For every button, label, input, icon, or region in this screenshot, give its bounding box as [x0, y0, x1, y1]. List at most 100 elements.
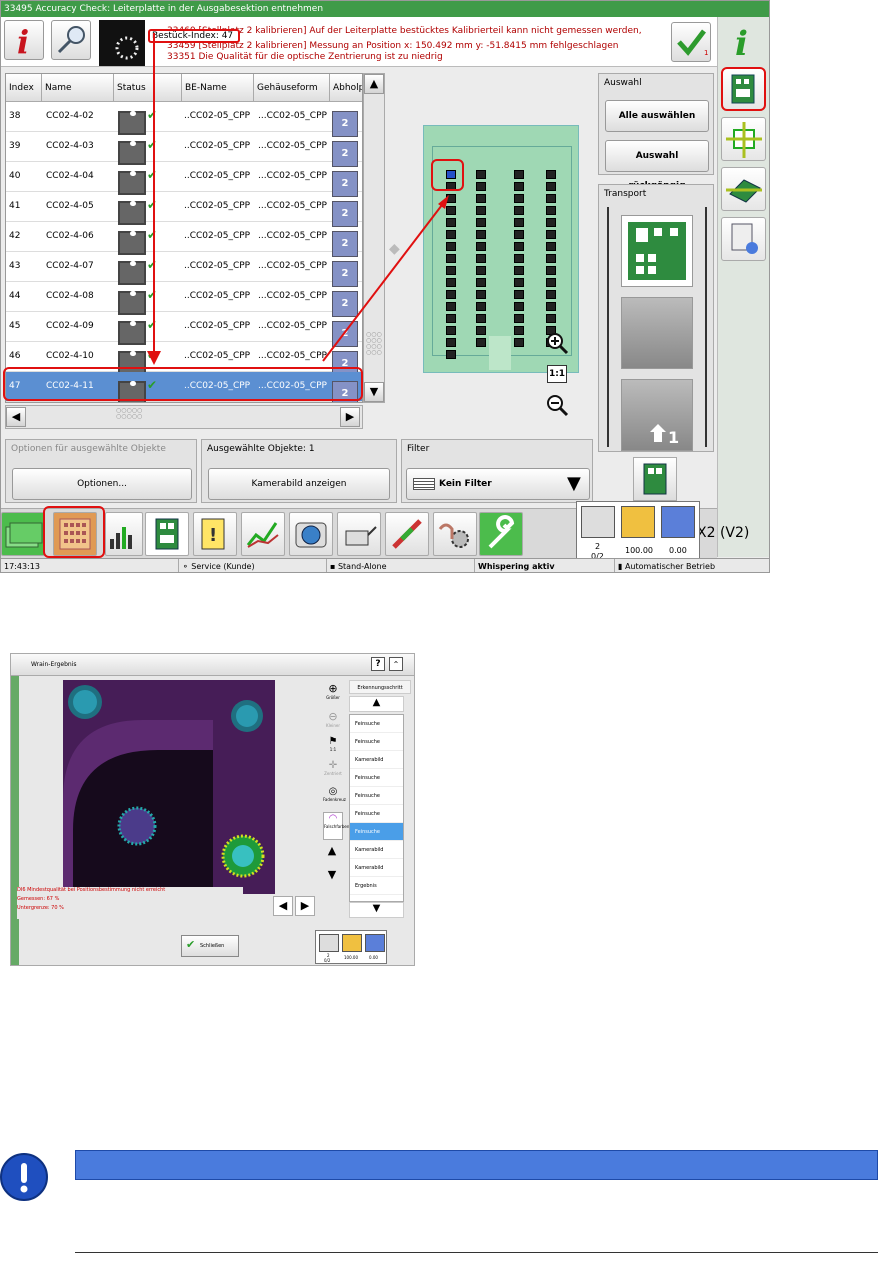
ring-tool[interactable]: ◎ Fadenkreuz [323, 786, 346, 814]
counter-1-icon [319, 934, 339, 952]
zoom-out-tool[interactable]: ⊖ Kleiner [323, 710, 343, 738]
one-to-one-label: 1:1 [329, 747, 337, 752]
recognition-step-list: Feinsuche Feinsuche Kamerabild Feinsuche Fei… [349, 714, 404, 902]
center-label: Zentriert [324, 771, 342, 776]
board-icon [628, 222, 686, 280]
warning-doc-icon: ! [201, 518, 225, 550]
camera-lens-icon [295, 522, 327, 548]
select-all-button[interactable]: Alle auswählen [605, 100, 709, 132]
tab-component-list[interactable] [53, 512, 97, 556]
status-mode-label: Stand-Alone [337, 562, 387, 571]
counter-3-value: 0.00 [369, 955, 378, 960]
stack-icon [5, 522, 43, 548]
counter-2-value: 100.00 [344, 955, 358, 960]
board-small-button[interactable] [633, 457, 677, 501]
tab-production[interactable] [1, 512, 45, 556]
zoom-out-label: Kleiner [326, 723, 340, 728]
list-item[interactable]: Feinsuche [350, 733, 403, 751]
camera-image[interactable] [63, 680, 275, 894]
undo-selection-button[interactable]: Auswahl rückgängig [605, 140, 709, 191]
svg-text:1: 1 [668, 428, 679, 447]
counter-2-icon [621, 506, 655, 538]
trend-chart-icon [246, 522, 279, 548]
filter-icon [413, 478, 435, 490]
zoom-in-tool[interactable]: ⊕ Größer [323, 682, 343, 710]
counter-3-value: 0.00 [669, 546, 687, 555]
tab-settings[interactable] [433, 512, 477, 556]
lock-icon: ▪ [330, 562, 338, 571]
collapse-button[interactable]: ⌃ [389, 657, 403, 671]
center-tool[interactable]: ✛ Zentriert [323, 760, 343, 788]
tab-warnings[interactable]: ! [193, 512, 237, 556]
selection-panel: Auswahl Alle auswählen Auswahl rückgängi… [598, 73, 714, 191]
list-scroll-up-icon[interactable]: ▲ [349, 696, 404, 712]
previous-button[interactable]: ◀ [273, 896, 293, 916]
false-color-tool[interactable]: ◠ Falschfarben [323, 812, 350, 840]
transport-slot-1[interactable] [621, 215, 693, 287]
status-time: 17:43:13 [1, 559, 179, 572]
close-button[interactable]: ✔ Schließen [181, 935, 239, 957]
selected-objects-panel: Ausgewählte Objekte: 1 Kamerabild anzeig… [201, 439, 397, 503]
list-item[interactable]: Kamerabild [350, 859, 403, 877]
list-item[interactable]: Feinsuche [350, 769, 403, 787]
note-header-bar [75, 1150, 878, 1180]
counter-2-value: 100.00 [625, 546, 653, 555]
filter-panel: Filter Kein Filter ▼ [401, 439, 593, 503]
list-item[interactable]: Feinsuche [350, 823, 403, 841]
main-screenshot: 33495 Accuracy Check: Leiterplatte in de… [0, 0, 770, 573]
list-scroll-down-icon[interactable]: ▼ [349, 902, 404, 918]
scroll-down-icon[interactable]: ▼ [323, 868, 341, 886]
status-user-label: Service (Kunde) [191, 562, 255, 571]
double-chevron-up-icon: ⌃ [392, 660, 400, 669]
error-measured: Gemessen: 67 % [17, 896, 60, 902]
target-icon: ◎ [328, 786, 338, 797]
transport-panel: Transport 1 [598, 184, 714, 452]
list-item[interactable]: Kamerabild [350, 841, 403, 859]
counter-3-icon [365, 934, 385, 952]
wrench-icon [488, 515, 515, 549]
options-button[interactable]: Optionen... [12, 468, 192, 500]
transport-slot-2[interactable] [621, 297, 693, 369]
false-color-label: Falschfarben [324, 824, 350, 829]
zoom-in-label: Größer [326, 695, 340, 700]
list-item[interactable]: Feinsuche [350, 715, 403, 733]
filter-value: Kein Filter [439, 479, 492, 489]
svg-text:!: ! [209, 525, 217, 546]
show-camera-image-button[interactable]: Kamerabild anzeigen [208, 468, 390, 500]
counter-1-sub: 0/2 [324, 958, 331, 963]
flag-icon: ⚑ [328, 736, 338, 747]
next-button[interactable]: ▶ [295, 896, 315, 916]
list-item[interactable]: Ergebnis [350, 877, 403, 895]
recognition-step-header: Erkennungsschritt [349, 680, 411, 694]
tab-board[interactable] [145, 512, 189, 556]
upload-arrow-icon: 1 [650, 424, 679, 447]
counter-1-value: 2 [595, 542, 601, 551]
status-bar: 17:43:13 ⚬ Service (Kunde) ▪ Stand-Alone… [1, 558, 769, 572]
close-label: Schließen [200, 943, 225, 949]
tab-service[interactable] [479, 512, 523, 556]
error-message: DI6 Mindestqualität bei Positionsbestimm… [17, 887, 243, 919]
tab-statistics[interactable] [105, 512, 143, 556]
counters-widget-small[interactable]: 2 0/2 100.00 0.00 [315, 930, 387, 964]
transport-title: Transport [604, 189, 647, 199]
counter-3-icon [661, 506, 695, 538]
tab-camera[interactable] [289, 512, 333, 556]
note-divider [75, 1252, 878, 1253]
tab-trend[interactable] [241, 512, 285, 556]
list-item[interactable]: Feinsuche [350, 805, 403, 823]
tab-oil-maintenance[interactable] [337, 512, 381, 556]
bar-grid-icon [110, 527, 132, 549]
mode-icon: ▮ [618, 562, 625, 571]
list-item[interactable]: Kamerabild [350, 751, 403, 769]
transport-slot-3[interactable]: 1 [621, 379, 693, 451]
list-item[interactable]: Feinsuche [350, 787, 403, 805]
status-whisper: Whispering aktiv [475, 559, 615, 572]
counters-widget[interactable]: 2 0/2 100.00 0.00 [576, 501, 700, 565]
tab-nozzle[interactable] [385, 512, 429, 556]
scroll-up-icon[interactable]: ▲ [323, 844, 341, 862]
important-note-icon [0, 1153, 48, 1201]
zoom-out-icon: ⊖ [328, 710, 338, 723]
help-button[interactable]: ? [371, 657, 385, 671]
error-limit: Untergrenze: 70 % [17, 905, 64, 911]
filter-dropdown[interactable]: Kein Filter ▼ [406, 468, 590, 500]
